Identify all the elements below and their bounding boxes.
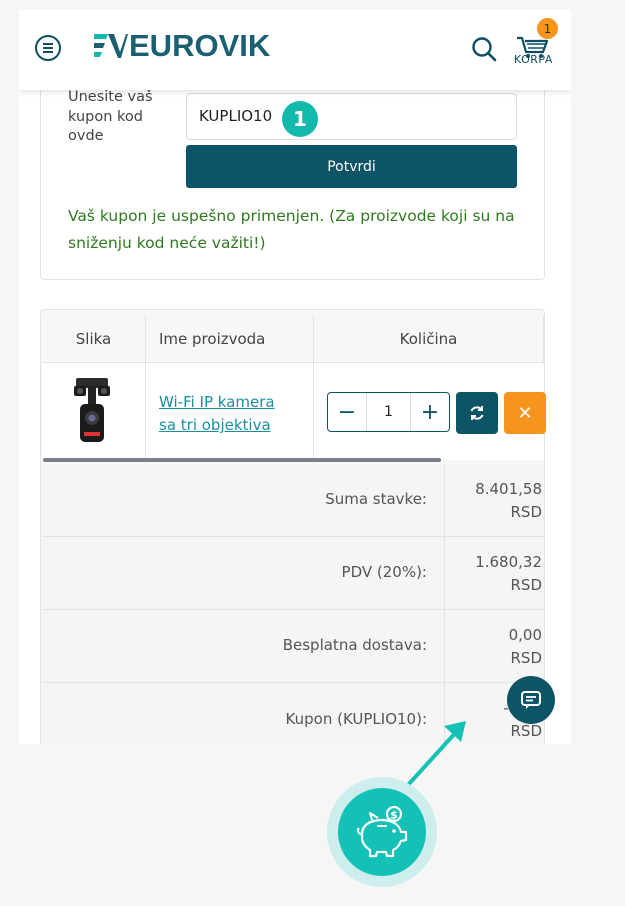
summary-row-subtotal: Suma stavke: 8.401,58 RSD — [42, 464, 544, 537]
search-icon[interactable] — [471, 36, 497, 62]
summary-currency: RSD — [510, 503, 543, 521]
mobile-viewport: Unesite vaš kupon kod ovde KUPLIO10 1 Po… — [19, 10, 571, 744]
summary-label: PDV (20%): — [341, 563, 427, 581]
menu-icon-bar — [43, 51, 53, 53]
summary-divider — [444, 610, 445, 683]
site-logo[interactable]: EUROVIK — [92, 28, 270, 64]
chat-button[interactable] — [507, 676, 555, 724]
menu-icon-bar — [43, 43, 53, 45]
brand-name: EUROVIK — [129, 28, 271, 63]
summary-label: Suma stavke: — [325, 490, 427, 508]
summary-label: Kupon (KUPLIO10): — [285, 710, 427, 728]
increase-quantity-button[interactable]: + — [411, 393, 449, 431]
column-header-product-name: Ime proizvoda — [146, 316, 314, 363]
quantity-input[interactable]: 1 — [366, 393, 411, 431]
summary-currency: RSD — [510, 576, 543, 594]
cart-count-badge: 1 — [537, 18, 558, 39]
summary-amount: 8.401,58 — [475, 480, 542, 498]
coupon-input[interactable]: KUPLIO10 — [186, 93, 517, 140]
summary-row-shipping: Besplatna dostava: 0,00 RSD — [42, 610, 544, 683]
product-name-line2: sa tri objektiva — [159, 416, 271, 434]
summary-currency: RSD — [510, 722, 543, 740]
coupon-label: Unesite vaš kupon kod ovde — [68, 89, 153, 144]
summary-amount: 1.680,32 — [475, 553, 542, 571]
product-name-link[interactable]: Wi-Fi IP kamera sa tri objektiva — [159, 391, 275, 437]
summary-label: Besplatna dostava: — [282, 636, 427, 654]
decrease-quantity-button[interactable]: − — [328, 393, 366, 431]
chat-icon — [521, 691, 541, 709]
remove-item-button[interactable]: ✕ — [504, 392, 546, 434]
refresh-icon — [470, 406, 484, 420]
summary-value: 1.680,32 RSD — [452, 551, 542, 597]
logo-mark-icon — [94, 34, 128, 58]
menu-icon-bar — [43, 47, 53, 49]
summary-currency: RSD — [510, 649, 543, 667]
product-name-line1: Wi-Fi IP kamera — [159, 393, 275, 411]
savings-badge: $ — [327, 777, 437, 887]
coupon-success-message: Vaš kupon je uspešno primenjen. (Za proi… — [68, 207, 515, 252]
cart-label[interactable]: KORPA — [514, 53, 553, 66]
column-header-image: Slika — [42, 316, 146, 363]
summary-value: 0,00 RSD — [452, 624, 542, 670]
site-header: EUROVIK 1 KORPA — [19, 10, 571, 90]
svg-text:$: $ — [390, 809, 398, 822]
summary-divider — [444, 464, 445, 537]
table-horizontal-scrollbar[interactable] — [43, 458, 441, 462]
quantity-stepper: − 1 + — [327, 392, 450, 432]
step-number-badge: 1 — [282, 101, 318, 137]
column-header-quantity: Količina — [314, 316, 544, 363]
piggy-bank-icon: $ — [357, 805, 408, 858]
menu-button[interactable] — [35, 35, 61, 61]
summary-divider — [444, 683, 445, 744]
confirm-coupon-button[interactable]: Potvrdi — [186, 145, 517, 188]
summary-divider — [444, 537, 445, 610]
product-image[interactable] — [72, 376, 112, 450]
summary-amount: 0,00 — [508, 626, 542, 644]
update-cart-button[interactable] — [456, 392, 498, 434]
summary-row-coupon: Kupon (KUPLIO10): -840,RSD — [42, 683, 544, 744]
summary-row-vat: PDV (20%): 1.680,32 RSD — [42, 537, 544, 610]
summary-value: 8.401,58 RSD — [452, 478, 542, 524]
